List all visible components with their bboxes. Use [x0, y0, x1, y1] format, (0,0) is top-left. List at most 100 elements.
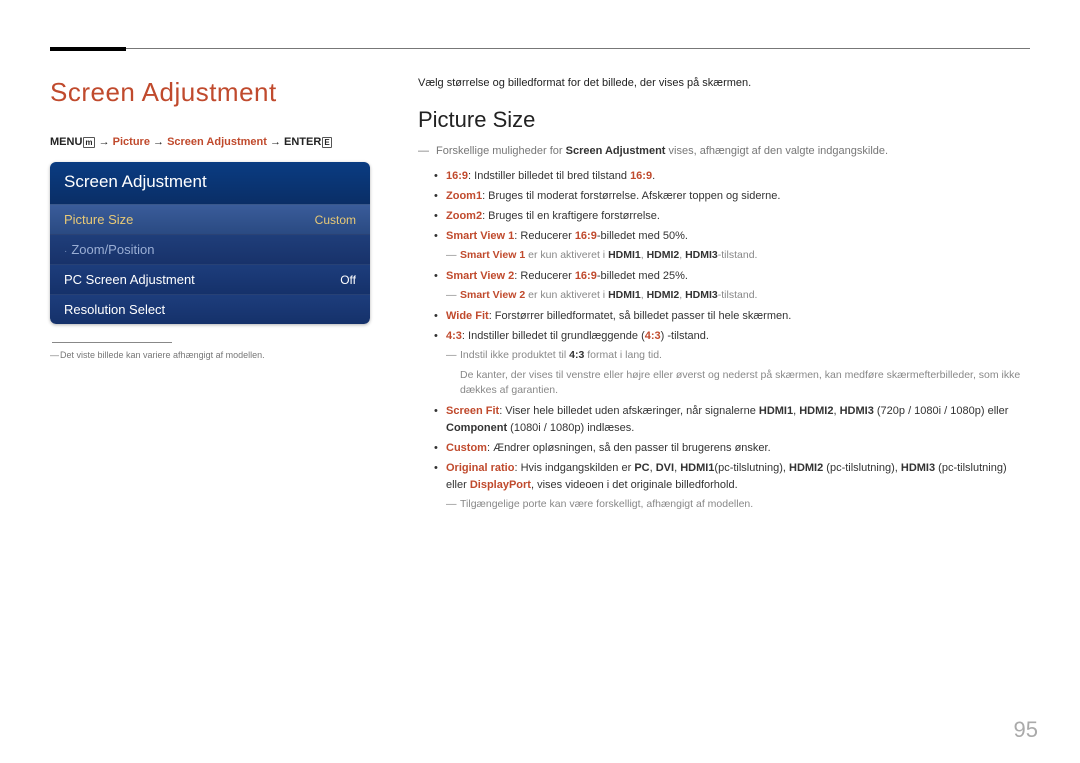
- k-screenfit: Screen Fit: [446, 405, 499, 417]
- k-43: 4:3: [446, 330, 462, 342]
- t: er kun aktiveret i: [525, 289, 608, 301]
- kb: HDMI3: [901, 462, 935, 474]
- t: Tilgængelige porte kan være forskelligt,…: [460, 498, 753, 510]
- panel-row[interactable]: PC Screen Adjustment Off: [50, 264, 370, 294]
- breadcrumb-picture: Picture: [113, 136, 150, 148]
- panel-row[interactable]: Resolution Select: [50, 294, 370, 324]
- t: format i lang tid.: [584, 349, 662, 361]
- kb: HDMI1: [680, 462, 714, 474]
- k-widefit: Wide Fit: [446, 310, 489, 322]
- k-169-3: 16:9: [575, 230, 597, 242]
- bullet-screenfit: Screen Fit: Viser hele billedet uden afs…: [446, 403, 1030, 437]
- k-sv1: Smart View 1: [446, 230, 514, 242]
- bullet-43: 4:3: Indstiller billedet til grundlæggen…: [446, 328, 1030, 345]
- bullet-zoom2: Zoom2: Bruges til en kraftigere forstørr…: [446, 208, 1030, 225]
- kb: HDMI1: [608, 249, 641, 261]
- breadcrumb-screen-adjustment: Screen Adjustment: [167, 136, 267, 148]
- footnote-text: Det viste billede kan variere afhængigt …: [60, 350, 265, 360]
- t: (720p / 1080i / 1080p) eller: [874, 405, 1009, 417]
- enter-icon: E: [322, 137, 331, 148]
- t: : Reducerer: [514, 270, 575, 282]
- kb: Component: [446, 422, 507, 434]
- breadcrumb-arrow-3: →: [267, 136, 284, 148]
- kb: HDMI3: [685, 289, 718, 301]
- kb: HDMI3: [840, 405, 874, 417]
- footnote-divider: [52, 342, 172, 343]
- k: Smart View 2: [460, 289, 525, 301]
- t: : Indstiller billedet til grundlæggende …: [462, 330, 645, 342]
- k-custom: Custom: [446, 442, 487, 454]
- panel-row-value: Off: [340, 273, 356, 287]
- t: -tilstand.: [718, 249, 758, 261]
- bullet-sv2: Smart View 2: Reducerer 16:9-billedet me…: [446, 268, 1030, 285]
- kb: HDMI2: [647, 289, 680, 301]
- k-sv2: Smart View 2: [446, 270, 514, 282]
- panel-title: Screen Adjustment: [50, 162, 370, 204]
- panel-row-label: PC Screen Adjustment: [64, 272, 195, 287]
- sub-original: ―Tilgængelige porte kan være forskelligt…: [460, 497, 1030, 513]
- kb: PC: [634, 462, 649, 474]
- note-line: ―Forskellige muligheder for Screen Adjus…: [418, 143, 1030, 160]
- k-zoom1: Zoom1: [446, 190, 482, 202]
- osd-panel: Screen Adjustment Picture Size Custom ·Zoo…: [50, 162, 370, 324]
- k: Smart View 1: [460, 249, 525, 261]
- t: , vises videoen i det originale billedfo…: [531, 479, 738, 491]
- sub-sv2: ―Smart View 2 er kun aktiveret i HDMI1, …: [460, 288, 1030, 304]
- subsection-heading: Picture Size: [418, 107, 1030, 133]
- t: De kanter, der vises til venstre eller h…: [460, 369, 1020, 397]
- kb: 4:3: [569, 349, 584, 361]
- bullet-original: Original ratio: Hvis indgangskilden er P…: [446, 460, 1030, 494]
- panel-row-label: ·Zoom/Position: [64, 242, 154, 257]
- k-43-2: 4:3: [645, 330, 661, 342]
- menu-icon: m: [83, 137, 94, 148]
- t: : Indstiller billedet til bred tilstand: [468, 170, 630, 182]
- t: : Bruges til en kraftigere forstørrelse.: [482, 210, 660, 222]
- section-heading: Screen Adjustment: [50, 77, 370, 108]
- breadcrumb-menu: MENU: [50, 136, 82, 148]
- kb: HDMI1: [759, 405, 793, 417]
- breadcrumb-arrow-2: →: [150, 136, 167, 148]
- bullet-custom: Custom: Ændrer opløsningen, så den passe…: [446, 440, 1030, 457]
- t: : Bruges til moderat forstørrelse. Afskæ…: [482, 190, 780, 202]
- panel-row-value: Custom: [315, 213, 356, 227]
- breadcrumb: MENUm → Picture → Screen Adjustment → EN…: [50, 136, 370, 148]
- t: (1080i / 1080p) indlæses.: [507, 422, 634, 434]
- t: -tilstand.: [718, 289, 758, 301]
- panel-row-label: Picture Size: [64, 212, 133, 227]
- t: : Viser hele billedet uden afskæringer, …: [499, 405, 759, 417]
- top-rule: [50, 48, 1030, 49]
- t: .: [652, 170, 655, 182]
- k-dp: DisplayPort: [470, 479, 531, 491]
- panel-row[interactable]: ·Zoom/Position: [50, 234, 370, 264]
- t: er kun aktiveret i: [525, 249, 608, 261]
- t: -billedet med 25%.: [597, 270, 688, 282]
- k-169: 16:9: [446, 170, 468, 182]
- bullet-widefit: Wide Fit: Forstørrer billedformatet, så …: [446, 308, 1030, 325]
- t: : Hvis indgangskilden er: [514, 462, 634, 474]
- footnote: ―Det viste billede kan variere afhængigt…: [50, 349, 370, 362]
- bullet-169: 16:9: Indstiller billedet til bred tilst…: [446, 168, 1030, 185]
- panel-row[interactable]: Picture Size Custom: [50, 204, 370, 234]
- kb: HDMI2: [647, 249, 680, 261]
- sub-sv1: ―Smart View 1 er kun aktiveret i HDMI1, …: [460, 248, 1030, 264]
- t: : Ændrer opløsningen, så den passer til …: [487, 442, 771, 454]
- kb: HDMI2: [789, 462, 823, 474]
- bullet-zoom1: Zoom1: Bruges til moderat forstørrelse. …: [446, 188, 1030, 205]
- t: (pc-tilslutning),: [823, 462, 901, 474]
- kb: DVI: [656, 462, 674, 474]
- bullet-sv1: Smart View 1: Reducerer 16:9-billedet me…: [446, 228, 1030, 245]
- panel-row-label: Resolution Select: [64, 302, 165, 317]
- note-bold: Screen Adjustment: [566, 145, 666, 157]
- note-post: vises, afhængigt af den valgte indgangsk…: [665, 145, 888, 157]
- t: -billedet med 50%.: [597, 230, 688, 242]
- breadcrumb-enter: ENTER: [284, 136, 321, 148]
- k-169-4: 16:9: [575, 270, 597, 282]
- t: Indstil ikke produktet til: [460, 349, 569, 361]
- intro-text: Vælg størrelse og billedformat for det b…: [418, 77, 1030, 89]
- t: : Forstørrer billedformatet, så billedet…: [489, 310, 792, 322]
- kb: HDMI2: [799, 405, 833, 417]
- t: ) -tilstand.: [661, 330, 709, 342]
- kb: HDMI1: [608, 289, 641, 301]
- kb: HDMI3: [685, 249, 718, 261]
- k-zoom2: Zoom2: [446, 210, 482, 222]
